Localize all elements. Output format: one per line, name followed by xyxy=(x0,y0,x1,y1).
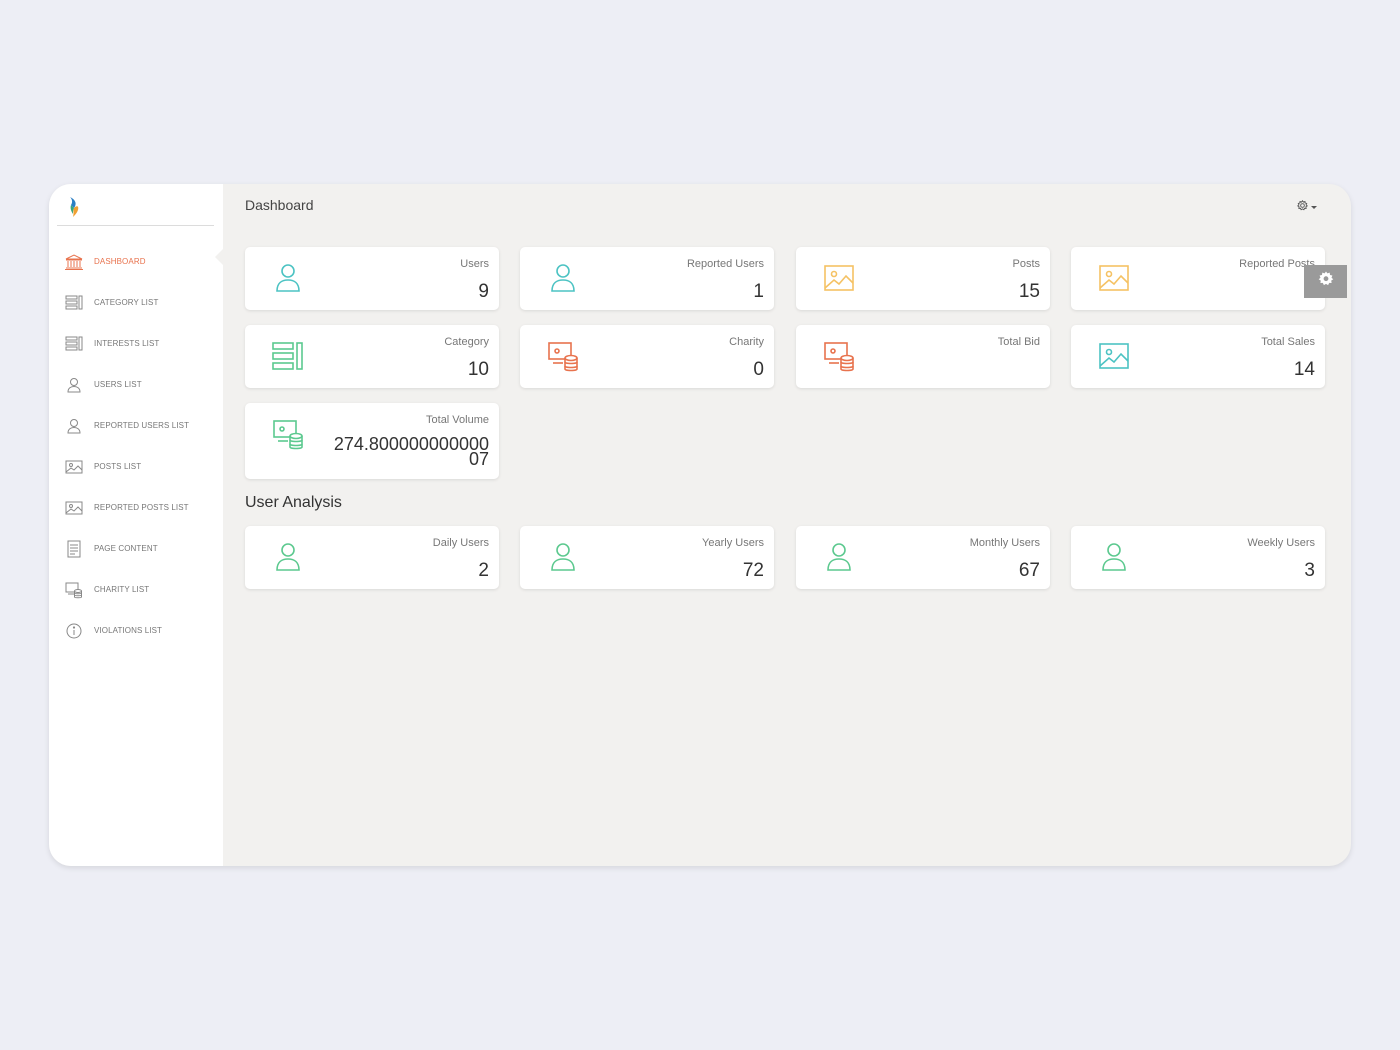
stat-value: 2 xyxy=(478,560,489,581)
image-icon xyxy=(1097,339,1131,373)
stat-card-total-bid[interactable]: Total Bid xyxy=(796,325,1050,388)
active-indicator xyxy=(215,249,223,265)
sidebar-item-category-list[interactable]: Category List xyxy=(49,282,223,323)
stat-card-posts[interactable]: Posts 15 xyxy=(796,247,1050,310)
topbar: Dashboard xyxy=(223,184,1351,226)
stat-label: Monthly Users xyxy=(969,537,1040,549)
sidebar-item-charity-list[interactable]: Charity List xyxy=(49,569,223,610)
stat-card-users[interactable]: Users 9 xyxy=(245,247,499,310)
gear-icon xyxy=(1296,198,1309,216)
sidebar: Dashboard Category List xyxy=(49,184,223,866)
stat-label: Total Volume xyxy=(426,414,489,426)
image-icon xyxy=(822,261,856,295)
stat-label: Weekly Users xyxy=(1247,537,1315,549)
chevron-down-icon xyxy=(1311,205,1317,209)
image-icon xyxy=(1097,261,1131,295)
app-window: Dashboard Category List xyxy=(49,184,1351,866)
user-icon xyxy=(546,261,580,295)
stat-value: 72 xyxy=(742,560,764,581)
app-logo[interactable] xyxy=(67,196,83,218)
stat-card-yearly-users[interactable]: Yearly Users 72 xyxy=(520,526,774,589)
user-icon xyxy=(546,540,580,574)
user-icon xyxy=(822,540,856,574)
sidebar-nav: Dashboard Category List xyxy=(49,241,223,651)
sidebar-item-users-list[interactable]: Users List xyxy=(49,364,223,405)
stat-value: 14 xyxy=(1293,359,1315,380)
stat-value: 3 xyxy=(1304,560,1315,581)
stat-label: Daily Users xyxy=(432,537,489,549)
list-icon xyxy=(65,294,83,312)
stat-value: 67 xyxy=(1018,560,1040,581)
theme-settings-toggle[interactable] xyxy=(1304,265,1347,298)
sidebar-item-label: Reported Users List xyxy=(94,421,190,430)
user-icon xyxy=(1097,540,1131,574)
user-icon xyxy=(271,540,305,574)
stat-card-reported-posts[interactable]: Reported Posts 1 xyxy=(1071,247,1325,310)
sidebar-item-label: Reported Posts List xyxy=(94,503,189,512)
money-database-icon xyxy=(546,339,580,373)
gear-icon xyxy=(1318,271,1334,292)
stat-card-weekly-users[interactable]: Weekly Users 3 xyxy=(1071,526,1325,589)
sidebar-item-label: Dashboard xyxy=(94,257,146,266)
user-icon xyxy=(65,417,83,435)
sidebar-item-label: Interests List xyxy=(94,339,160,348)
stat-label: Charity xyxy=(729,336,764,348)
document-icon xyxy=(65,540,83,558)
image-icon xyxy=(65,499,83,517)
sidebar-item-label: Category List xyxy=(94,298,159,307)
stat-value: 1 xyxy=(753,281,764,302)
image-icon xyxy=(65,458,83,476)
stat-value: 274.80000000000007 xyxy=(333,434,489,469)
stat-card-monthly-users[interactable]: Monthly Users 67 xyxy=(796,526,1050,589)
user-icon xyxy=(271,261,305,295)
sidebar-item-interests-list[interactable]: Interests List xyxy=(49,323,223,364)
stat-label: Posts xyxy=(1012,258,1040,270)
sidebar-item-posts-list[interactable]: Posts List xyxy=(49,446,223,487)
stat-value: 15 xyxy=(1018,281,1040,302)
sidebar-item-page-content[interactable]: Page Content xyxy=(49,528,223,569)
list-icon xyxy=(65,335,83,353)
stat-card-daily-users[interactable]: Daily Users 2 xyxy=(245,526,499,589)
sidebar-item-reported-users-list[interactable]: Reported Users List xyxy=(49,405,223,446)
sidebar-item-label: Violations List xyxy=(94,626,163,635)
sidebar-item-violations-list[interactable]: Violations List xyxy=(49,610,223,651)
stat-card-total-sales[interactable]: Total Sales 14 xyxy=(1071,325,1325,388)
stat-label: Reported Users xyxy=(686,258,764,270)
money-database-icon xyxy=(822,339,856,373)
stat-card-total-volume[interactable]: Total Volume 274.80000000000007 xyxy=(245,403,499,479)
sidebar-item-label: Charity List xyxy=(94,585,150,594)
stat-value: 10 xyxy=(467,359,489,380)
stat-value: 0 xyxy=(753,359,764,380)
page-title: Dashboard xyxy=(245,197,314,213)
stat-value: 9 xyxy=(478,281,489,302)
sidebar-item-label: Page Content xyxy=(94,544,158,553)
sidebar-item-label: Users List xyxy=(94,380,142,389)
stat-label: Users xyxy=(460,258,489,270)
stat-label: Yearly Users xyxy=(702,537,764,549)
stat-label: Category xyxy=(444,336,489,348)
settings-dropdown[interactable] xyxy=(1296,198,1317,216)
stat-label: Total Bid xyxy=(997,336,1040,348)
list-icon xyxy=(271,339,305,373)
stat-card-reported-users[interactable]: Reported Users 1 xyxy=(520,247,774,310)
money-database-icon xyxy=(271,417,305,451)
user-icon xyxy=(65,376,83,394)
section-title-user-analysis: User Analysis xyxy=(245,494,342,511)
bank-icon xyxy=(65,253,83,271)
info-icon xyxy=(65,622,83,640)
sidebar-item-label: Posts List xyxy=(94,462,142,471)
stat-label: Total Sales xyxy=(1261,336,1315,348)
stat-card-charity[interactable]: Charity 0 xyxy=(520,325,774,388)
sidebar-item-dashboard[interactable]: Dashboard xyxy=(49,241,223,282)
sidebar-item-reported-posts-list[interactable]: Reported Posts List xyxy=(49,487,223,528)
logo-divider xyxy=(57,225,214,226)
money-database-icon xyxy=(65,581,83,599)
stat-card-category[interactable]: Category 10 xyxy=(245,325,499,388)
